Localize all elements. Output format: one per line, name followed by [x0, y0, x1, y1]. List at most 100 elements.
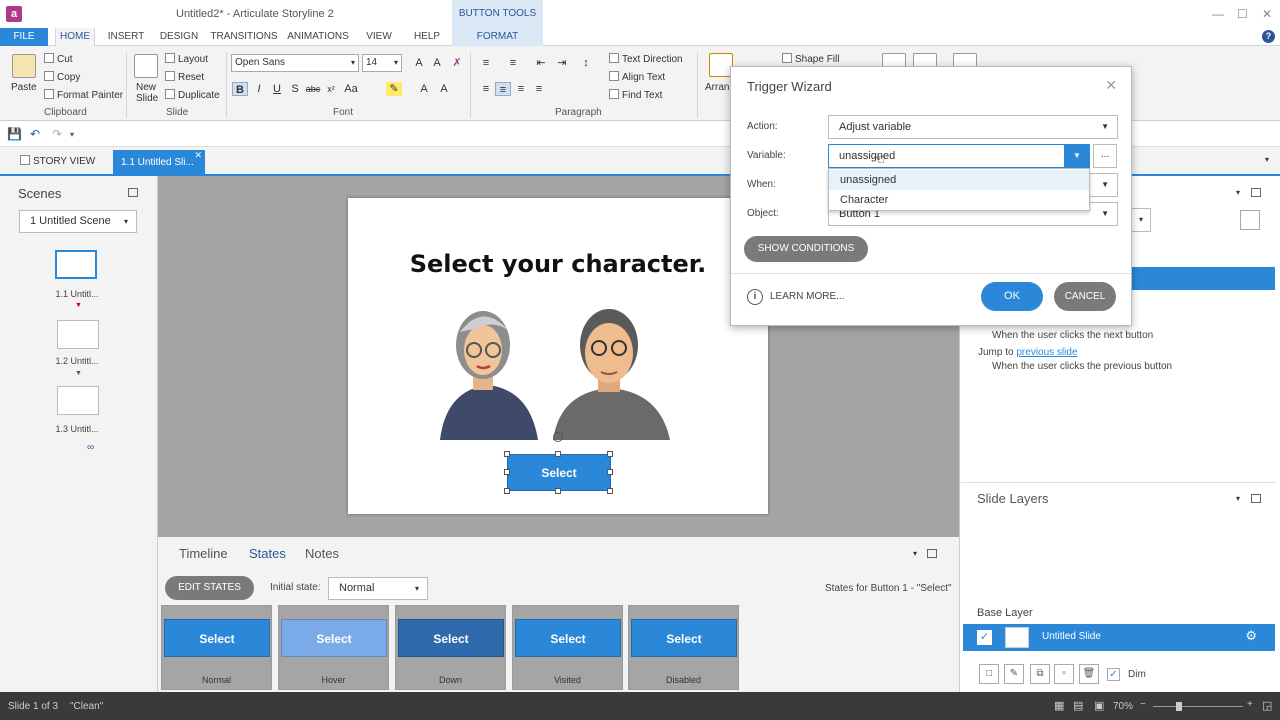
chevron-down-icon[interactable]: ▾ — [1131, 208, 1151, 232]
undo-icon[interactable]: ↶ — [30, 127, 40, 141]
clear-formatting-icon[interactable]: ✗ — [449, 56, 465, 70]
line-spacing-icon[interactable]: ↕ — [578, 56, 594, 70]
decrease-indent-icon[interactable]: ⇤ — [533, 56, 549, 70]
grow-font-icon[interactable]: A — [411, 56, 427, 70]
tab-animations[interactable]: ANIMATIONS — [286, 28, 350, 46]
duplicate-button[interactable]: Duplicate — [165, 89, 220, 101]
state-card-disabled[interactable]: Select Disabled — [628, 605, 739, 690]
variable-select[interactable]: unassigned ▼ — [828, 144, 1090, 168]
variable-option[interactable]: unassigned — [829, 170, 1089, 190]
align-right-icon[interactable]: ≡ — [513, 82, 529, 96]
story-view-tab[interactable]: STORY VIEW — [20, 152, 95, 172]
minimize-icon[interactable]: — — [1212, 7, 1224, 21]
chevron-down-icon[interactable]: ▾ — [1236, 188, 1240, 197]
highlight-icon[interactable]: ✎ — [386, 82, 402, 96]
paste-layer-icon[interactable]: ▫ — [1054, 664, 1074, 684]
tab-timeline[interactable]: Timeline — [179, 546, 228, 561]
tab-notes[interactable]: Notes — [305, 546, 339, 561]
duplicate-layer-icon[interactable]: ⧉ — [1030, 664, 1050, 684]
checkbox-icon[interactable]: ✓ — [977, 630, 992, 645]
chevron-down-icon[interactable]: ▾ — [1265, 155, 1269, 164]
trigger-action[interactable]: Jump to previous slide — [978, 347, 1078, 358]
resize-handle[interactable] — [607, 488, 613, 494]
rotate-handle-icon[interactable] — [553, 432, 563, 442]
save-icon[interactable]: 💾 — [7, 127, 22, 141]
state-card-hover[interactable]: Select Hover — [278, 605, 389, 690]
chevron-down-icon[interactable]: ▾ — [913, 549, 917, 558]
bullets-icon[interactable]: ≡ — [478, 56, 494, 70]
font-size-select[interactable]: 14 ▾ — [362, 54, 402, 72]
underline-icon[interactable]: U — [269, 82, 285, 96]
cut-button[interactable]: Cut — [44, 53, 73, 65]
copy-button[interactable]: Copy — [44, 71, 80, 83]
fit-view-icon[interactable]: ▣ — [1094, 699, 1104, 712]
resize-handle[interactable] — [504, 451, 510, 457]
action-select[interactable]: Adjust variable ▼ — [828, 115, 1118, 139]
initial-state-dropdown[interactable]: Normal ▾ — [328, 577, 428, 600]
dim-checkbox[interactable]: ✓ — [1107, 668, 1120, 681]
state-card-down[interactable]: Select Down — [395, 605, 506, 690]
resize-handle[interactable] — [555, 451, 561, 457]
close-tab-icon[interactable]: ✕ — [194, 143, 202, 168]
resize-handle[interactable] — [607, 469, 613, 475]
align-left-icon[interactable]: ≡ — [478, 82, 494, 96]
reset-button[interactable]: Reset — [165, 71, 204, 83]
variables-icon[interactable] — [1240, 210, 1260, 230]
state-card-visited[interactable]: Select Visited — [512, 605, 623, 690]
panel-float-icon[interactable] — [1251, 188, 1261, 197]
slide-thumbnail[interactable] — [57, 320, 99, 349]
tab-view[interactable]: VIEW — [362, 28, 396, 46]
edit-layer-icon[interactable]: ✎ — [1004, 664, 1024, 684]
slide-heading[interactable]: Select your character. — [348, 250, 768, 278]
close-icon[interactable]: ✕ — [1105, 77, 1117, 94]
case-icon[interactable]: Aa — [343, 82, 359, 96]
shrink-font-icon[interactable]: A — [429, 56, 445, 70]
edit-states-button[interactable]: EDIT STATES — [165, 576, 254, 600]
maximize-icon[interactable]: ☐ — [1237, 7, 1248, 21]
text-direction-button[interactable]: Text Direction — [609, 53, 683, 65]
chevron-down-icon[interactable]: ▼ — [1064, 144, 1090, 168]
selected-trigger-row[interactable] — [1132, 267, 1275, 290]
scene-dropdown[interactable]: 1 Untitled Scene ▾ — [19, 210, 137, 233]
find-text-button[interactable]: Find Text — [609, 89, 662, 101]
new-layer-icon[interactable]: □ — [979, 664, 999, 684]
tab-design[interactable]: DESIGN — [158, 28, 200, 46]
new-slide-button[interactable]: New Slide — [136, 82, 160, 104]
bold-icon[interactable]: B — [232, 82, 248, 96]
layer-row[interactable]: ✓ Untitled Slide ⚙ — [963, 624, 1275, 651]
shape-fill-button[interactable]: Shape Fill — [782, 53, 839, 65]
tab-home[interactable]: HOME — [55, 28, 95, 47]
slide-thumbnail[interactable] — [55, 250, 97, 279]
slide-thumbnail[interactable] — [57, 386, 99, 415]
panel-float-icon[interactable] — [1251, 494, 1261, 503]
normal-view-icon[interactable]: ▤ — [1073, 699, 1083, 712]
select-button[interactable]: Select — [507, 454, 611, 491]
close-window-icon[interactable]: ✕ — [1262, 7, 1272, 21]
zoom-out-icon[interactable]: − — [1140, 699, 1146, 710]
font-family-select[interactable]: Open Sans ▾ — [231, 54, 359, 72]
tab-transitions[interactable]: TRANSITIONS — [210, 28, 278, 46]
show-conditions-button[interactable]: SHOW CONDITIONS — [744, 236, 868, 262]
help-icon[interactable]: ? — [1262, 30, 1275, 43]
tab-states[interactable]: States — [249, 546, 286, 561]
info-icon[interactable]: i — [747, 289, 763, 305]
strikethrough-icon[interactable]: abc — [305, 82, 321, 96]
superscript-icon[interactable]: x² — [323, 82, 339, 96]
manage-variables-button[interactable]: ... — [1093, 144, 1117, 168]
previous-slide-link[interactable]: previous slide — [1016, 347, 1077, 358]
format-painter-button[interactable]: Format Painter — [44, 89, 123, 101]
chevron-down-icon[interactable]: ▾ — [1236, 494, 1240, 503]
zoom-in-icon[interactable]: + — [1247, 699, 1253, 710]
character-illustrations[interactable] — [438, 300, 678, 440]
resize-handle[interactable] — [607, 451, 613, 457]
customize-qat-icon[interactable]: ▾ — [70, 130, 74, 139]
new-slide-icon[interactable] — [134, 54, 158, 78]
grid-view-icon[interactable]: ▦ — [1054, 699, 1064, 712]
panel-float-icon[interactable] — [128, 188, 138, 197]
paste-icon[interactable] — [12, 54, 36, 78]
resize-handle[interactable] — [504, 469, 510, 475]
learn-more-link[interactable]: LEARN MORE... — [770, 291, 844, 302]
align-center-icon[interactable]: ≡ — [495, 82, 511, 96]
tab-insert[interactable]: INSERT — [105, 28, 147, 46]
zoom-slider[interactable] — [1153, 706, 1243, 707]
